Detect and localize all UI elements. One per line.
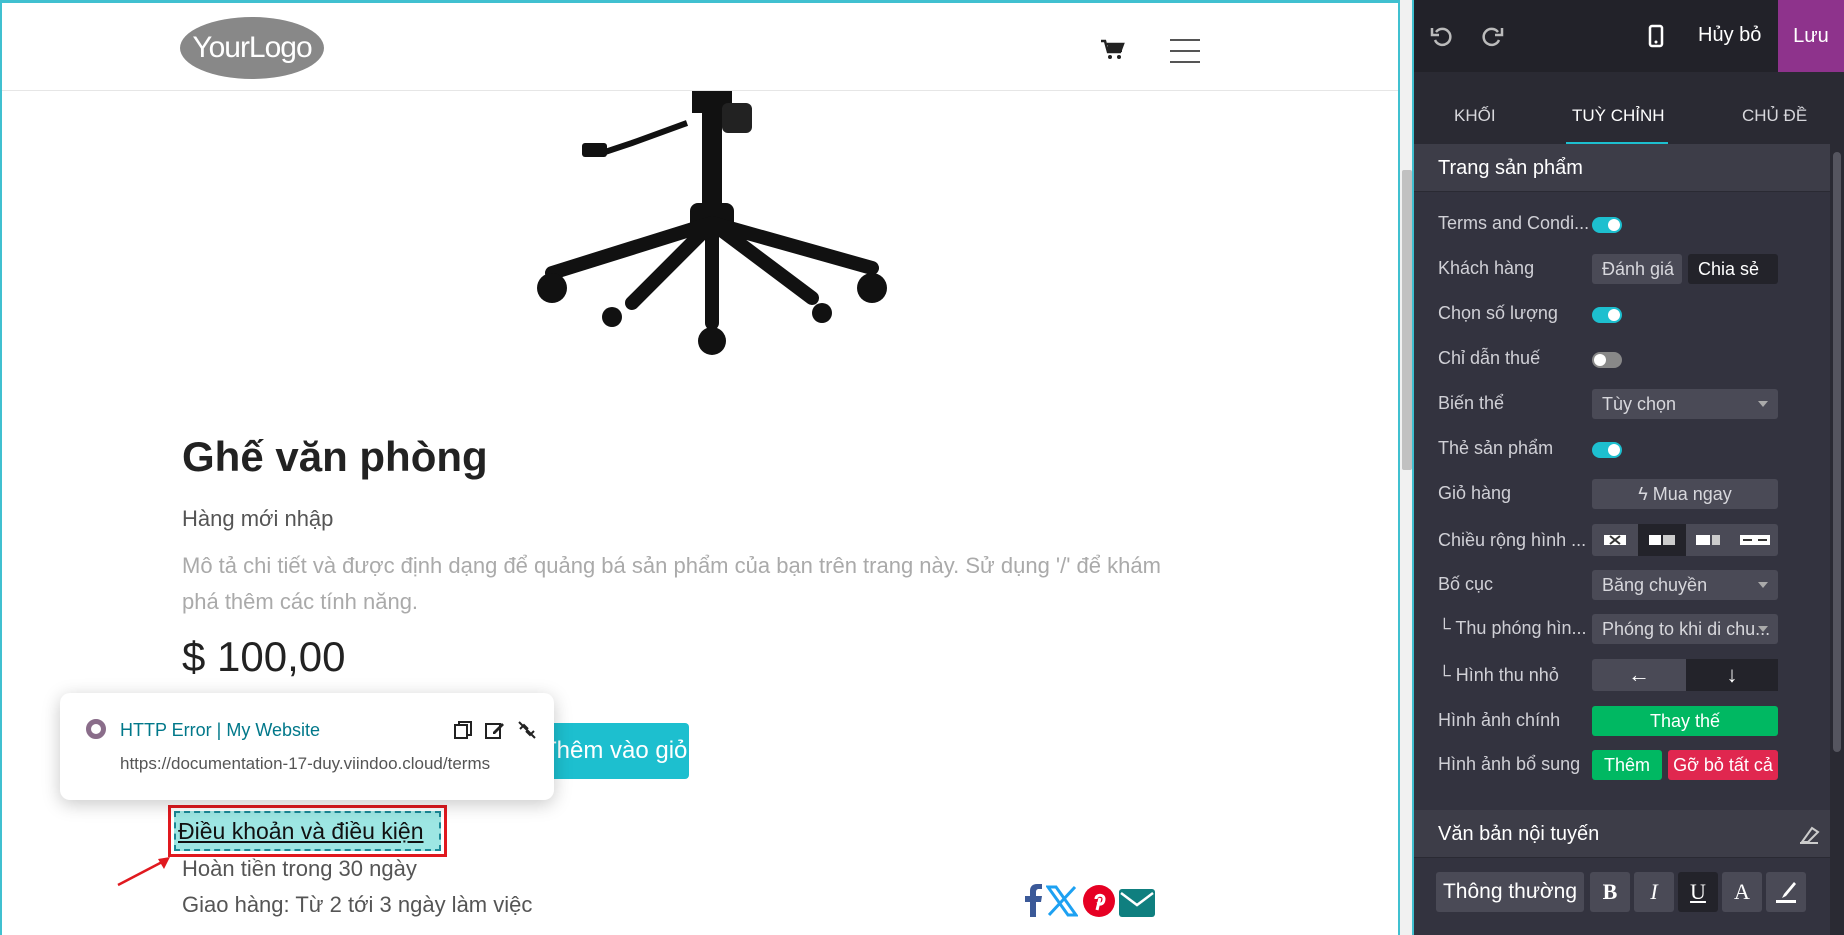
buy-now-button[interactable]: ϟ Mua ngay bbox=[1592, 479, 1778, 509]
site-header: YourLogo bbox=[2, 3, 1398, 91]
image-width-label: Chiều rộng hình ... bbox=[1438, 530, 1587, 550]
main-image-label: Hình ảnh chính bbox=[1438, 710, 1561, 730]
thumbnails-left-icon[interactable]: ← bbox=[1592, 659, 1686, 691]
tax-toggle[interactable] bbox=[1592, 352, 1622, 368]
editor-tabs: KHỐI TUỲ CHỈNH CHỦ ĐỀ bbox=[1414, 72, 1844, 145]
menu-toggle-icon[interactable] bbox=[1170, 39, 1200, 63]
customer-label: Khách hàng bbox=[1438, 258, 1535, 278]
font-color-button[interactable]: A bbox=[1722, 872, 1762, 912]
replace-image-button[interactable]: Thay thế bbox=[1592, 706, 1778, 736]
image-width-segmented bbox=[1592, 524, 1778, 556]
customer-share-button[interactable]: Chia sẻ bbox=[1688, 254, 1778, 284]
bold-button[interactable]: B bbox=[1590, 872, 1630, 912]
customer-rating-button[interactable]: Đánh giá bbox=[1592, 254, 1682, 284]
terms-toggle[interactable] bbox=[1592, 217, 1622, 233]
tags-toggle[interactable] bbox=[1592, 442, 1622, 458]
editor-panel: Hủy bỏ Lưu KHỐI TUỲ CHỈNH CHỦ ĐỀ Trang s… bbox=[1414, 0, 1844, 935]
zoom-select[interactable]: Phóng to khi di chu... bbox=[1592, 614, 1778, 644]
tags-label: Thẻ sản phẩm bbox=[1438, 438, 1554, 458]
email-icon[interactable] bbox=[1119, 887, 1156, 917]
product-title[interactable]: Ghế văn phòng bbox=[182, 433, 488, 481]
product-image bbox=[537, 83, 887, 355]
x-icon[interactable] bbox=[1045, 885, 1080, 917]
layout-select[interactable]: Băng chuyền bbox=[1592, 570, 1778, 600]
product-subtitle[interactable]: Hàng mới nhập bbox=[182, 506, 333, 532]
editor-topbar: Hủy bỏ Lưu bbox=[1414, 0, 1844, 72]
tax-label: Chỉ dẫn thuế bbox=[1438, 348, 1541, 368]
link-popover: HTTP Error | My Website https://document… bbox=[60, 693, 554, 800]
save-button[interactable]: Lưu bbox=[1778, 0, 1844, 72]
product-description[interactable]: Mô tả chi tiết và được định dạng để quản… bbox=[182, 548, 1202, 620]
eraser-icon[interactable] bbox=[1798, 826, 1820, 844]
facebook-icon[interactable] bbox=[1024, 883, 1042, 917]
variants-label: Biến thể bbox=[1438, 393, 1505, 413]
terms-link[interactable]: Điều khoản và điều kiện bbox=[174, 811, 441, 851]
tab-customize[interactable]: TUỲ CHỈNH bbox=[1572, 106, 1665, 126]
thumbnails-label: └ Hình thu nhỏ bbox=[1438, 665, 1559, 685]
copy-link-icon[interactable] bbox=[452, 719, 474, 741]
quantity-toggle[interactable] bbox=[1592, 307, 1622, 323]
italic-button[interactable]: I bbox=[1634, 872, 1674, 912]
tab-theme[interactable]: CHỦ ĐỀ bbox=[1742, 106, 1807, 126]
lightning-icon: ϟ bbox=[1638, 484, 1653, 504]
width-half-icon[interactable] bbox=[1638, 524, 1686, 556]
brush-icon bbox=[1776, 882, 1796, 903]
section-inline-text[interactable]: Văn bản nội tuyến bbox=[1414, 810, 1830, 858]
underline-button[interactable]: U bbox=[1678, 872, 1718, 912]
width-none-icon[interactable] bbox=[1592, 524, 1638, 556]
link-popover-url: https://documentation-17-duy.viindoo.clo… bbox=[120, 754, 491, 773]
redo-icon[interactable] bbox=[1480, 24, 1504, 48]
website-preview: YourLogo Ghế văn phòng Hàng mới nhập Mô … bbox=[0, 0, 1398, 935]
layout-label: Bố cục bbox=[1438, 574, 1494, 594]
extra-images-label: Hình ảnh bổ sung bbox=[1438, 754, 1581, 774]
mobile-preview-icon[interactable] bbox=[1644, 24, 1668, 48]
thumbnails-bottom-icon[interactable]: ↓ bbox=[1686, 659, 1778, 691]
highlight-color-button[interactable] bbox=[1766, 872, 1806, 912]
cart-icon[interactable] bbox=[1100, 39, 1126, 61]
tab-blocks[interactable]: KHỐI bbox=[1454, 106, 1496, 126]
favicon-icon bbox=[86, 719, 106, 739]
edit-link-icon[interactable] bbox=[484, 719, 506, 741]
undo-icon[interactable] bbox=[1430, 24, 1454, 48]
site-logo[interactable]: YourLogo bbox=[180, 17, 324, 79]
unlink-icon[interactable] bbox=[516, 719, 538, 741]
remove-all-images-button[interactable]: Gỡ bỏ tất cả bbox=[1668, 750, 1778, 780]
quantity-label: Chọn số lượng bbox=[1438, 303, 1558, 323]
link-popover-title[interactable]: HTTP Error | My Website bbox=[120, 720, 320, 741]
share-icons bbox=[1024, 883, 1156, 923]
product-price: $ 100,00 bbox=[182, 633, 346, 680]
text-style-select[interactable]: Thông thường bbox=[1436, 872, 1584, 912]
pinterest-icon[interactable] bbox=[1082, 885, 1115, 917]
terms-label: Terms and Condi... bbox=[1438, 213, 1590, 233]
refund-text: Hoàn tiền trong 30 ngày bbox=[182, 856, 417, 881]
cart-label: Giỏ hàng bbox=[1438, 483, 1512, 503]
panel-scrollbar[interactable] bbox=[1830, 144, 1844, 935]
variants-select[interactable]: Tùy chọn bbox=[1592, 389, 1778, 419]
width-full-icon[interactable] bbox=[1732, 524, 1778, 556]
add-to-cart-label: Thêm vào giỏ hàng bbox=[542, 737, 689, 764]
cancel-button[interactable]: Hủy bỏ bbox=[1698, 24, 1761, 47]
width-twothirds-icon[interactable] bbox=[1686, 524, 1732, 556]
thumbnails-segmented: ← ↓ bbox=[1592, 659, 1778, 691]
section-product-page[interactable]: Trang sản phẩm bbox=[1414, 144, 1830, 192]
shipping-text: Giao hàng: Từ 2 tới 3 ngày làm việc bbox=[182, 892, 533, 917]
add-images-button[interactable]: Thêm bbox=[1592, 750, 1662, 780]
annotation-arrow bbox=[117, 857, 170, 887]
selected-link-highlight: Điều khoản và điều kiện bbox=[168, 805, 447, 857]
zoom-label: └ Thu phóng hìn... bbox=[1438, 618, 1587, 638]
